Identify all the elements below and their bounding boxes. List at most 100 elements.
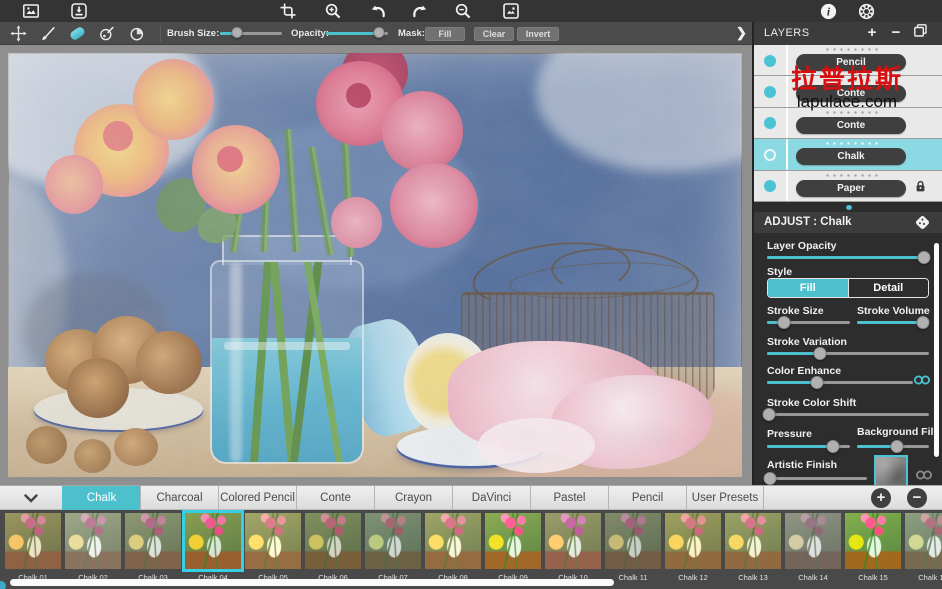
tab-chalk[interactable]: Chalk <box>62 486 140 510</box>
artistic-finish-slider[interactable] <box>767 471 867 485</box>
preset-chalk-14[interactable]: Chalk 14 <box>783 510 843 589</box>
stroke-circle-tool-icon[interactable] <box>96 24 118 43</box>
tab-charcoal[interactable]: Charcoal <box>140 486 218 510</box>
slider-knob[interactable] <box>373 27 384 38</box>
preset-chalk-02[interactable]: Chalk 02 <box>63 510 123 589</box>
layer-row-conte-2[interactable]: Conte <box>754 108 942 139</box>
crop-icon[interactable] <box>278 2 298 20</box>
chain-link-icon-linked[interactable] <box>912 373 932 392</box>
tab-colored-pencil[interactable]: Colored Pencil <box>218 486 296 510</box>
add-preset-button[interactable]: + <box>871 488 891 508</box>
zoom-out-icon[interactable] <box>453 2 473 20</box>
stroke-volume-slider[interactable] <box>857 315 929 329</box>
preset-chalk-07[interactable]: Chalk 07 <box>363 510 423 589</box>
add-layer-button[interactable]: + <box>863 24 881 42</box>
artistic-finish-texture-swatch[interactable] <box>874 455 908 485</box>
brush-size-slider[interactable] <box>220 27 282 39</box>
preset-thumbnail[interactable] <box>605 513 661 569</box>
layer-name-pill[interactable]: Chalk <box>796 148 906 165</box>
info-icon[interactable]: i <box>818 2 838 20</box>
shade-circle-tool-icon[interactable] <box>126 24 148 43</box>
preset-thumbnail[interactable] <box>185 513 241 569</box>
preset-thumbnail[interactable] <box>245 513 301 569</box>
layer-name-pill[interactable]: Paper <box>796 180 906 197</box>
zoom-in-icon[interactable] <box>323 2 343 20</box>
slider-knob[interactable] <box>762 408 775 421</box>
mask-fill-button[interactable]: Fill <box>425 27 465 41</box>
preset-thumbnail[interactable] <box>425 513 481 569</box>
preset-thumbnail[interactable] <box>905 513 942 569</box>
tab-davinci[interactable]: DaVinci <box>452 486 530 510</box>
preset-thumbnail[interactable] <box>545 513 601 569</box>
layer-drag-handle[interactable] <box>824 48 880 51</box>
layer-visibility-toggle[interactable] <box>764 149 776 161</box>
layer-row-paper[interactable]: Paper <box>754 171 942 202</box>
tab-conte[interactable]: Conte <box>296 486 374 510</box>
slider-knob[interactable] <box>827 440 840 453</box>
layer-row-chalk-selected[interactable]: Chalk <box>754 139 942 170</box>
slider-knob[interactable] <box>918 251 931 264</box>
chevron-right-icon[interactable]: ❯ <box>736 25 747 41</box>
eraser-tool-icon[interactable] <box>66 24 88 43</box>
tab-crayon[interactable]: Crayon <box>374 486 452 510</box>
layer-opacity-slider[interactable] <box>767 250 929 264</box>
slider-knob[interactable] <box>810 376 823 389</box>
preset-chalk-10[interactable]: Chalk 10 <box>543 510 603 589</box>
preview-image-icon[interactable] <box>501 2 521 20</box>
preset-thumbnail[interactable] <box>65 513 121 569</box>
preset-strip-scrollbar[interactable] <box>10 579 614 586</box>
layer-visibility-toggle[interactable] <box>764 180 776 192</box>
stroke-size-slider[interactable] <box>767 315 850 329</box>
preset-chalk-04-selected[interactable]: Chalk 04 <box>183 510 243 589</box>
pressure-slider[interactable] <box>767 439 850 453</box>
move-tool-icon[interactable] <box>7 24 29 43</box>
slider-knob[interactable] <box>232 27 243 38</box>
preset-chalk-08[interactable]: Chalk 08 <box>423 510 483 589</box>
layer-drag-handle[interactable] <box>824 142 880 145</box>
tab-pencil[interactable]: Pencil <box>608 486 686 510</box>
remove-layer-button[interactable]: − <box>887 24 905 42</box>
slider-knob[interactable] <box>917 316 930 329</box>
canvas-artwork[interactable] <box>8 53 742 477</box>
preset-chalk-01[interactable]: Chalk 01 <box>3 510 63 589</box>
duplicate-layer-icon[interactable] <box>911 24 929 42</box>
preset-chalk-03[interactable]: Chalk 03 <box>123 510 183 589</box>
slider-knob[interactable] <box>814 347 827 360</box>
layer-name-pill[interactable]: Conte <box>796 85 906 102</box>
opacity-slider[interactable] <box>326 27 388 39</box>
settings-gear-icon[interactable] <box>856 2 876 20</box>
remove-preset-button[interactable]: − <box>907 488 927 508</box>
redo-icon[interactable] <box>410 2 430 20</box>
preset-chalk-05[interactable]: Chalk 05 <box>243 510 303 589</box>
preset-thumbnail[interactable] <box>365 513 421 569</box>
preset-thumbnail[interactable] <box>485 513 541 569</box>
style-detail-button[interactable]: Detail <box>848 279 929 297</box>
style-fill-button[interactable]: Fill <box>768 279 848 297</box>
preset-thumbnail[interactable] <box>305 513 361 569</box>
background-fill-slider[interactable] <box>857 439 929 453</box>
preset-chalk-06[interactable]: Chalk 06 <box>303 510 363 589</box>
adjust-scrollbar[interactable] <box>934 243 939 457</box>
preset-chalk-09[interactable]: Chalk 09 <box>483 510 543 589</box>
layer-name-pill[interactable]: Conte <box>796 117 906 134</box>
slider-knob[interactable] <box>890 440 903 453</box>
mask-clear-button[interactable]: Clear <box>474 27 514 41</box>
tab-pastel[interactable]: Pastel <box>530 486 608 510</box>
mask-invert-button[interactable]: Invert <box>517 27 559 41</box>
layer-drag-handle[interactable] <box>824 174 880 177</box>
layer-visibility-toggle[interactable] <box>764 55 776 67</box>
preset-chalk-16[interactable]: Chalk 16 <box>903 510 942 589</box>
panel-splitter[interactable] <box>752 202 942 212</box>
stroke-color-shift-slider[interactable] <box>767 407 929 421</box>
paintbrush-tool-icon[interactable] <box>37 24 59 43</box>
preset-thumbnail[interactable] <box>785 513 841 569</box>
preset-chalk-12[interactable]: Chalk 12 <box>663 510 723 589</box>
photo-frame-icon[interactable] <box>21 2 41 20</box>
layer-name-pill[interactable]: Pencil <box>796 54 906 71</box>
preset-chalk-15[interactable]: Chalk 15 <box>843 510 903 589</box>
layer-drag-handle[interactable] <box>824 79 880 82</box>
preset-chalk-13[interactable]: Chalk 13 <box>723 510 783 589</box>
stroke-variation-slider[interactable] <box>767 346 929 360</box>
undo-icon[interactable] <box>368 2 388 20</box>
preset-thumbnail[interactable] <box>665 513 721 569</box>
